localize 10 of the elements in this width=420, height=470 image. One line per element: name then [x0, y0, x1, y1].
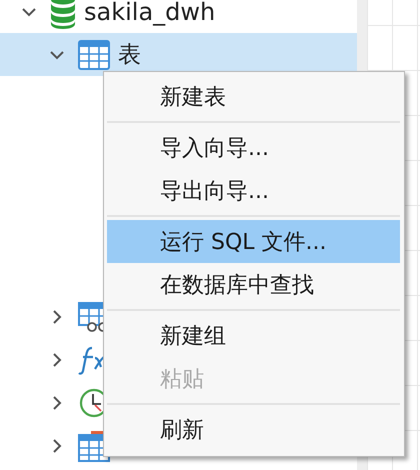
tree-item-label[interactable]: 表: [118, 39, 141, 70]
tree-item-label[interactable]: sakila_dwh: [84, 0, 216, 26]
menu-item[interactable]: 新建表: [107, 75, 400, 118]
menu-item[interactable]: 运行 SQL 文件...: [107, 220, 400, 263]
database-icon: [50, 0, 76, 28]
menu-item[interactable]: 导出向导...: [107, 169, 400, 212]
menu-item[interactable]: 导入向导...: [107, 126, 400, 169]
menu-item[interactable]: 新建组: [107, 314, 400, 357]
menu-item[interactable]: 在数据库中查找: [107, 263, 400, 306]
menu-item[interactable]: 刷新: [107, 408, 400, 451]
